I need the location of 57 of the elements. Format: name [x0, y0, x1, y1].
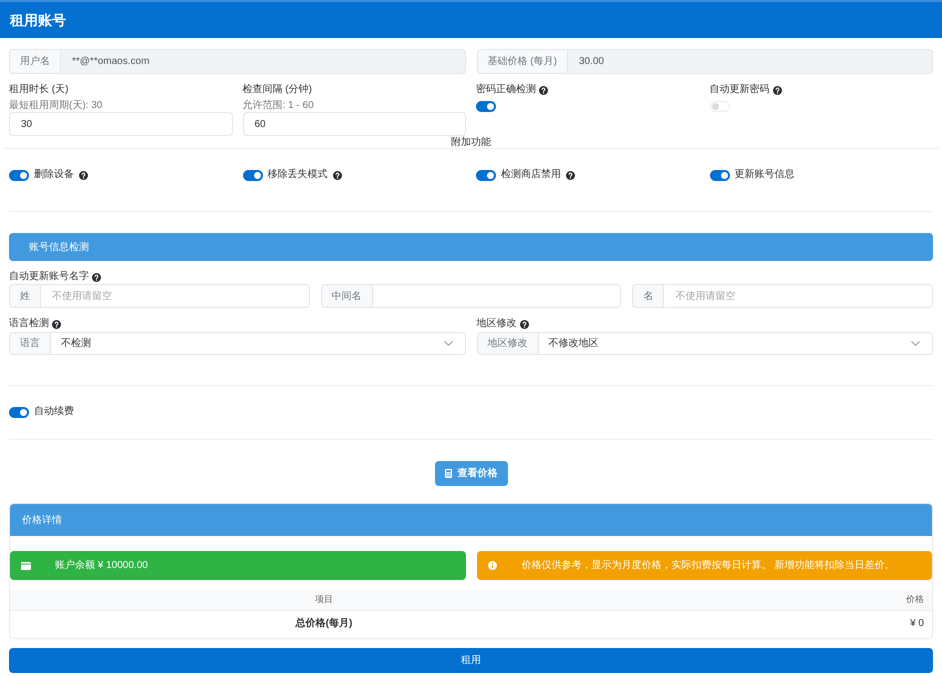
toggle-switch[interactable] — [242, 170, 262, 180]
option-label: 检测商店禁用 — [501, 169, 561, 181]
toggle-switch[interactable] — [476, 101, 496, 112]
toggle-switch[interactable] — [9, 170, 29, 180]
hint-text: 最短租用周期(天): 30 — [9, 101, 102, 111]
chevron-down-icon — [444, 341, 452, 346]
help-icon[interactable] — [92, 272, 101, 282]
field-label: 自动更新密码 — [710, 84, 770, 96]
option-label: 更新账号信息 — [734, 169, 794, 181]
rent-button[interactable]: 租用 — [9, 648, 933, 673]
input-prefix: 语言 — [9, 332, 51, 355]
option-label: 自动续费 — [34, 406, 74, 418]
input-prefix: 基础价格 (每月) — [476, 49, 568, 74]
card-title: 价格详情 — [22, 514, 62, 528]
chevron-down-icon — [911, 341, 920, 346]
help-icon[interactable] — [539, 86, 548, 94]
toggle-switch[interactable] — [710, 170, 730, 180]
field-label: 语言检测 — [9, 318, 49, 330]
field-label: 检查间隔 (分钟) — [242, 84, 312, 96]
dropdown[interactable]: 不检测 — [51, 332, 466, 355]
table-header-cell: 项目 — [10, 590, 638, 610]
input-prefix: 地区修改 — [476, 332, 538, 355]
alert-text: 价格仅供参考，显示为月度价格，实际扣费按每日计算。 新增功能将扣除当日差价。 — [522, 558, 894, 573]
help-icon[interactable] — [52, 320, 61, 328]
help-icon[interactable] — [79, 170, 88, 180]
toggle-switch[interactable] — [9, 406, 29, 418]
wallet-icon — [21, 562, 31, 570]
field-label: 密码正确检测 — [476, 84, 536, 96]
text-field[interactable]: 不使用请留空 — [41, 284, 310, 308]
calculator-icon — [444, 469, 452, 478]
help-icon[interactable] — [520, 320, 528, 328]
text-field[interactable]: 60 — [242, 112, 466, 136]
table-cell: 总价格(每月) — [10, 610, 638, 637]
field-label: 租用时长 (天) — [9, 84, 68, 96]
dropdown[interactable]: 不修改地区 — [538, 332, 933, 355]
help-icon[interactable] — [332, 170, 342, 180]
hint-text: 允许范围: 1 - 60 — [242, 101, 314, 111]
text-field[interactable]: 30 — [9, 112, 232, 136]
table-header-cell: 价格 — [638, 590, 932, 610]
section-title: 附加功能 — [451, 137, 491, 148]
option-label: 删除设备 — [34, 169, 74, 181]
input-prefix: 名 — [632, 284, 664, 308]
text-field[interactable] — [372, 284, 622, 308]
toggle-switch[interactable] — [476, 170, 496, 180]
field-label: 自动更新账号名字 — [9, 271, 89, 283]
text-field[interactable]: 不使用请留空 — [664, 284, 933, 308]
alert-text: 账户余额 ¥ 10000.00 — [55, 558, 148, 573]
page-title: 租用账号 — [10, 10, 66, 30]
card-title: 账号信息检测 — [29, 240, 89, 254]
option-label: 移除丢失模式 — [268, 169, 328, 181]
input-prefix: 姓 — [9, 284, 41, 308]
help-icon[interactable] — [566, 170, 575, 180]
input-prefix: 用户名 — [9, 49, 61, 74]
table-cell: ¥ 0 — [638, 610, 932, 637]
info-icon — [488, 561, 496, 570]
input-prefix: 中间名 — [320, 284, 373, 308]
field-label: 地区修改 — [476, 318, 516, 330]
